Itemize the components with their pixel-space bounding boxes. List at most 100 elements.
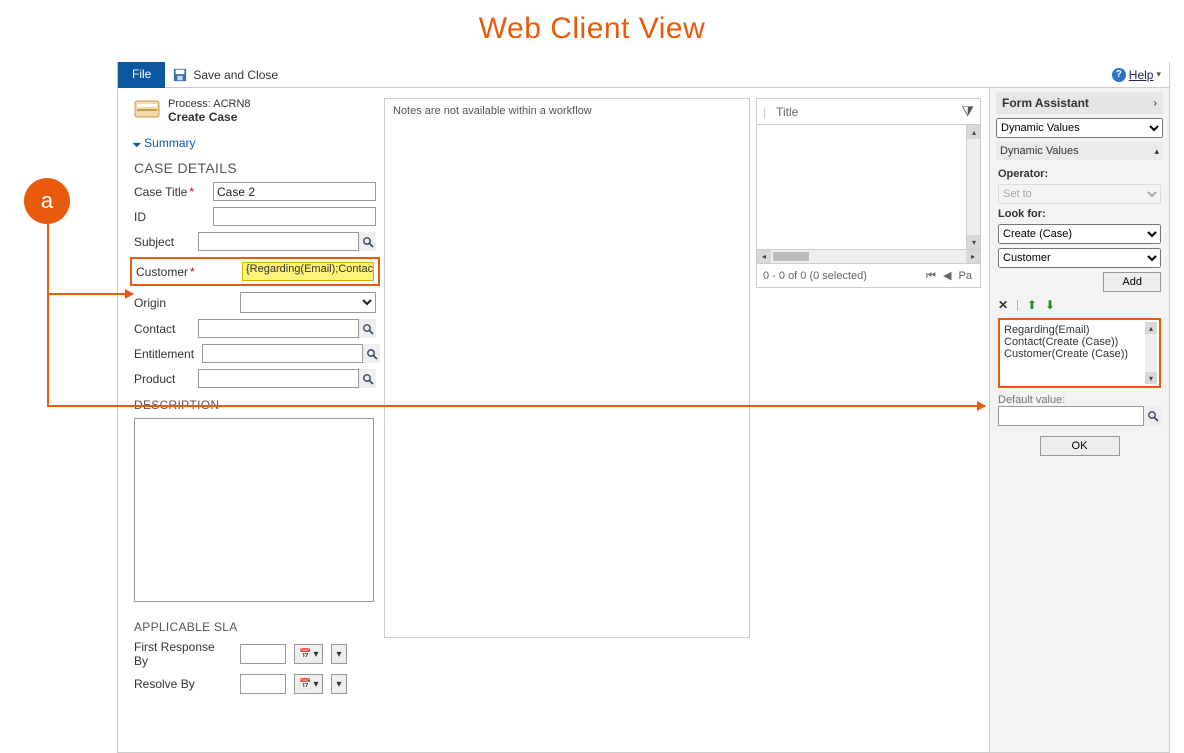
summary-link[interactable]: Summary <box>134 136 196 150</box>
contact-input[interactable] <box>198 319 376 338</box>
default-value-lookup-button[interactable] <box>1143 406 1161 426</box>
lookup-icon <box>366 348 378 360</box>
filter-icon[interactable]: ⧩ <box>962 103 975 120</box>
subgrid-title-column[interactable]: Title <box>776 105 961 119</box>
customer-input[interactable]: {Regarding(Email);Contact(Cr <box>242 262 374 281</box>
list-item[interactable]: Regarding(Email) <box>1004 324 1155 336</box>
subject-lookup-button[interactable] <box>358 232 376 251</box>
product-label: Product <box>134 372 190 386</box>
move-up-button[interactable]: ⬆ <box>1027 298 1037 312</box>
contact-lookup-button[interactable] <box>358 319 376 338</box>
scroll-down-button[interactable]: ▾ <box>967 235 980 249</box>
app-window: File Save and Close ? Help ▾ <box>117 62 1170 753</box>
left-column: Process: ACRN8 Create Case Summary CASE … <box>118 88 376 752</box>
operator-label: Operator: <box>998 168 1161 180</box>
chevron-down-icon: ▾ <box>1156 69 1161 80</box>
case-details-heading: CASE DETAILS <box>134 160 376 176</box>
lookup-icon <box>362 323 374 335</box>
annotation-arrow-customer <box>47 293 133 295</box>
move-down-button[interactable]: ⬇ <box>1045 298 1055 312</box>
resolve-by-date-button[interactable]: 📅▾ <box>294 674 323 694</box>
origin-label: Origin <box>134 296 232 310</box>
id-input[interactable] <box>213 207 376 226</box>
save-and-close-button[interactable]: Save and Close <box>165 62 278 87</box>
scroll-left-button[interactable]: ◂ <box>757 250 771 263</box>
pager-first-button[interactable]: ⏮ <box>926 270 936 282</box>
list-scrollbar[interactable]: ▴ ▾ <box>1145 322 1157 384</box>
sla-heading: APPLICABLE SLA <box>134 620 376 634</box>
resolve-by-time-button[interactable]: ▾ <box>331 674 346 694</box>
dynamic-values-list[interactable]: Regarding(Email) Contact(Create (Case)) … <box>998 318 1161 388</box>
process-label: Process: ACRN8 <box>168 98 251 110</box>
collapse-icon[interactable]: ▴ <box>1154 146 1159 157</box>
entitlement-lookup-button[interactable] <box>362 344 380 363</box>
product-input[interactable] <box>198 369 376 388</box>
lookfor-entity-select[interactable]: Create (Case) <box>998 224 1161 244</box>
help-link[interactable]: ? Help ▾ <box>1112 62 1169 87</box>
save-and-close-label: Save and Close <box>193 68 278 82</box>
first-response-date-input[interactable] <box>240 644 286 664</box>
entitlement-label: Entitlement <box>134 347 194 361</box>
scrollbar-thumb[interactable] <box>773 252 809 261</box>
form-assistant-subheading: Dynamic Values <box>1000 145 1079 157</box>
product-lookup-button[interactable] <box>358 369 376 388</box>
save-icon <box>173 68 187 82</box>
calendar-icon: 📅 <box>299 679 311 690</box>
first-response-time-button[interactable]: ▾ <box>331 644 346 664</box>
default-value-label: Default value: <box>998 394 1161 406</box>
lookup-icon <box>1147 410 1159 422</box>
list-item[interactable]: Customer(Create (Case)) <box>1004 348 1155 360</box>
chevron-right-icon[interactable]: › <box>1154 98 1157 109</box>
pager-page-label: Pa <box>959 270 972 282</box>
add-button[interactable]: Add <box>1103 272 1161 292</box>
operator-select[interactable]: Set to <box>998 184 1161 204</box>
form-assistant-heading: Form Assistant <box>1002 96 1089 110</box>
lookup-icon <box>362 236 374 248</box>
ok-button[interactable]: OK <box>1040 436 1120 456</box>
scroll-up-button[interactable]: ▴ <box>1145 322 1157 334</box>
scroll-up-button[interactable]: ▴ <box>967 125 980 139</box>
case-title-label: Case Title* <box>134 185 205 199</box>
customer-row-highlight: Customer* {Regarding(Email);Contact(Cr <box>130 257 380 286</box>
scroll-right-button[interactable]: ▸ <box>966 250 980 263</box>
case-title-input[interactable] <box>213 182 376 201</box>
first-response-label: First Response By <box>134 640 232 668</box>
process-name: Create Case <box>168 110 251 124</box>
first-response-date-button[interactable]: 📅▾ <box>294 644 323 664</box>
lookfor-label: Look for: <box>998 208 1161 220</box>
customer-label: Customer* <box>136 265 234 279</box>
subject-label: Subject <box>134 235 190 249</box>
subgrid: | Title ⧩ ▴ ▾ <box>756 98 981 250</box>
form-assistant-mode-select[interactable]: Dynamic Values <box>996 118 1163 138</box>
default-value-input[interactable] <box>998 406 1161 426</box>
subject-input[interactable] <box>198 232 376 251</box>
vertical-scrollbar[interactable]: ▴ ▾ <box>966 125 980 249</box>
pager-prev-button[interactable]: ◀ <box>943 270 951 282</box>
description-textarea[interactable] <box>134 418 374 602</box>
annotation-line <box>47 224 49 406</box>
list-item[interactable]: Contact(Create (Case)) <box>1004 336 1155 348</box>
resolve-by-date-input[interactable] <box>240 674 286 694</box>
help-icon: ? <box>1112 68 1126 82</box>
page-title: Web Client View <box>0 0 1184 66</box>
help-label: Help <box>1129 68 1154 82</box>
lookup-icon <box>362 373 374 385</box>
process-icon <box>134 98 160 120</box>
subgrid-pager: 0 - 0 of 0 (0 selected) ⏮ ◀ Pa <box>756 264 981 288</box>
middle-column: Notes are not available within a workflo… <box>376 88 989 752</box>
scroll-down-button[interactable]: ▾ <box>1145 372 1157 384</box>
subgrid-divider: | <box>763 105 766 119</box>
calendar-icon: 📅 <box>299 649 311 660</box>
form-assistant-panel: Form Assistant › Dynamic Values Dynamic … <box>989 88 1169 752</box>
lookfor-attribute-select[interactable]: Customer <box>998 248 1161 268</box>
id-label: ID <box>134 210 205 224</box>
resolve-by-label: Resolve By <box>134 677 232 691</box>
notes-placeholder: Notes are not available within a workflo… <box>384 98 750 638</box>
entitlement-input[interactable] <box>202 344 380 363</box>
origin-select[interactable] <box>240 292 376 313</box>
horizontal-scrollbar[interactable]: ◂ ▸ <box>756 250 981 264</box>
file-menu-button[interactable]: File <box>118 62 165 88</box>
contact-label: Contact <box>134 322 190 336</box>
remove-button[interactable]: ✕ <box>998 298 1008 312</box>
toolbar: File Save and Close ? Help ▾ <box>118 62 1169 88</box>
